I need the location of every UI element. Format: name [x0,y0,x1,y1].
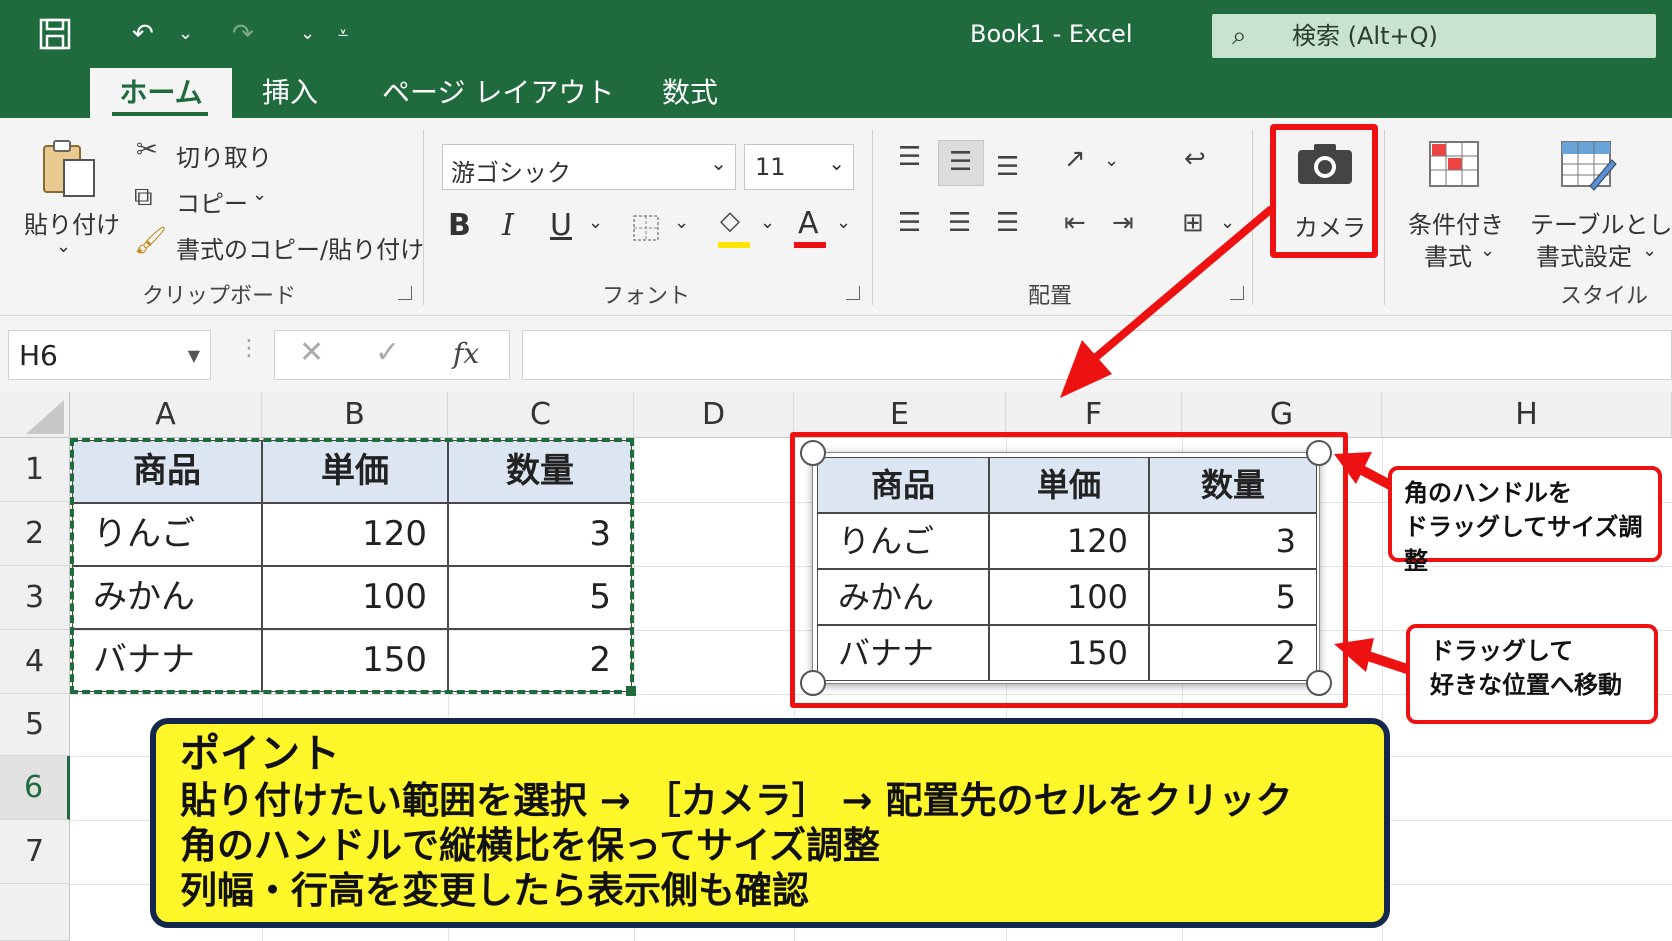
excel-window: ↶ ⌄ ↷ ⌄ ⩡ Book1 - Excel ⌕ 検索 (Alt+Q) ホーム… [0,0,1672,941]
resize-callout: 角のハンドルを ドラッグしてサイズ調整 [1388,466,1662,575]
move-callout-line1: ドラッグして [1430,637,1574,665]
move-arrow-head-icon [1334,638,1374,672]
point-box: ポイント 貼り付けたい範囲を選択 → ［カメラ］ → 配置先のセルをクリック 角… [150,718,1390,928]
resize-callout-line2: ドラッグしてサイズ調整 [1404,513,1643,575]
move-callout-line2: 好きな位置へ移動 [1430,671,1622,699]
move-arrow-line [1366,651,1412,675]
camera-arrow-line [1091,206,1274,362]
point-line-2: 角のハンドルで縦横比を保ってサイズ調整 [180,824,881,867]
point-title: ポイント [180,731,340,777]
point-line-1: 貼り付けたい範囲を選択 → ［カメラ］ → 配置先のセルをクリック [180,779,1293,822]
handle-arrow-line [1355,463,1395,491]
move-callout: ドラッグして 好きな位置へ移動 [1406,624,1658,724]
point-line-3: 列幅・行高を変更したら表示側も確認 [180,869,809,912]
resize-callout-line1: 角のハンドルを [1404,479,1572,507]
